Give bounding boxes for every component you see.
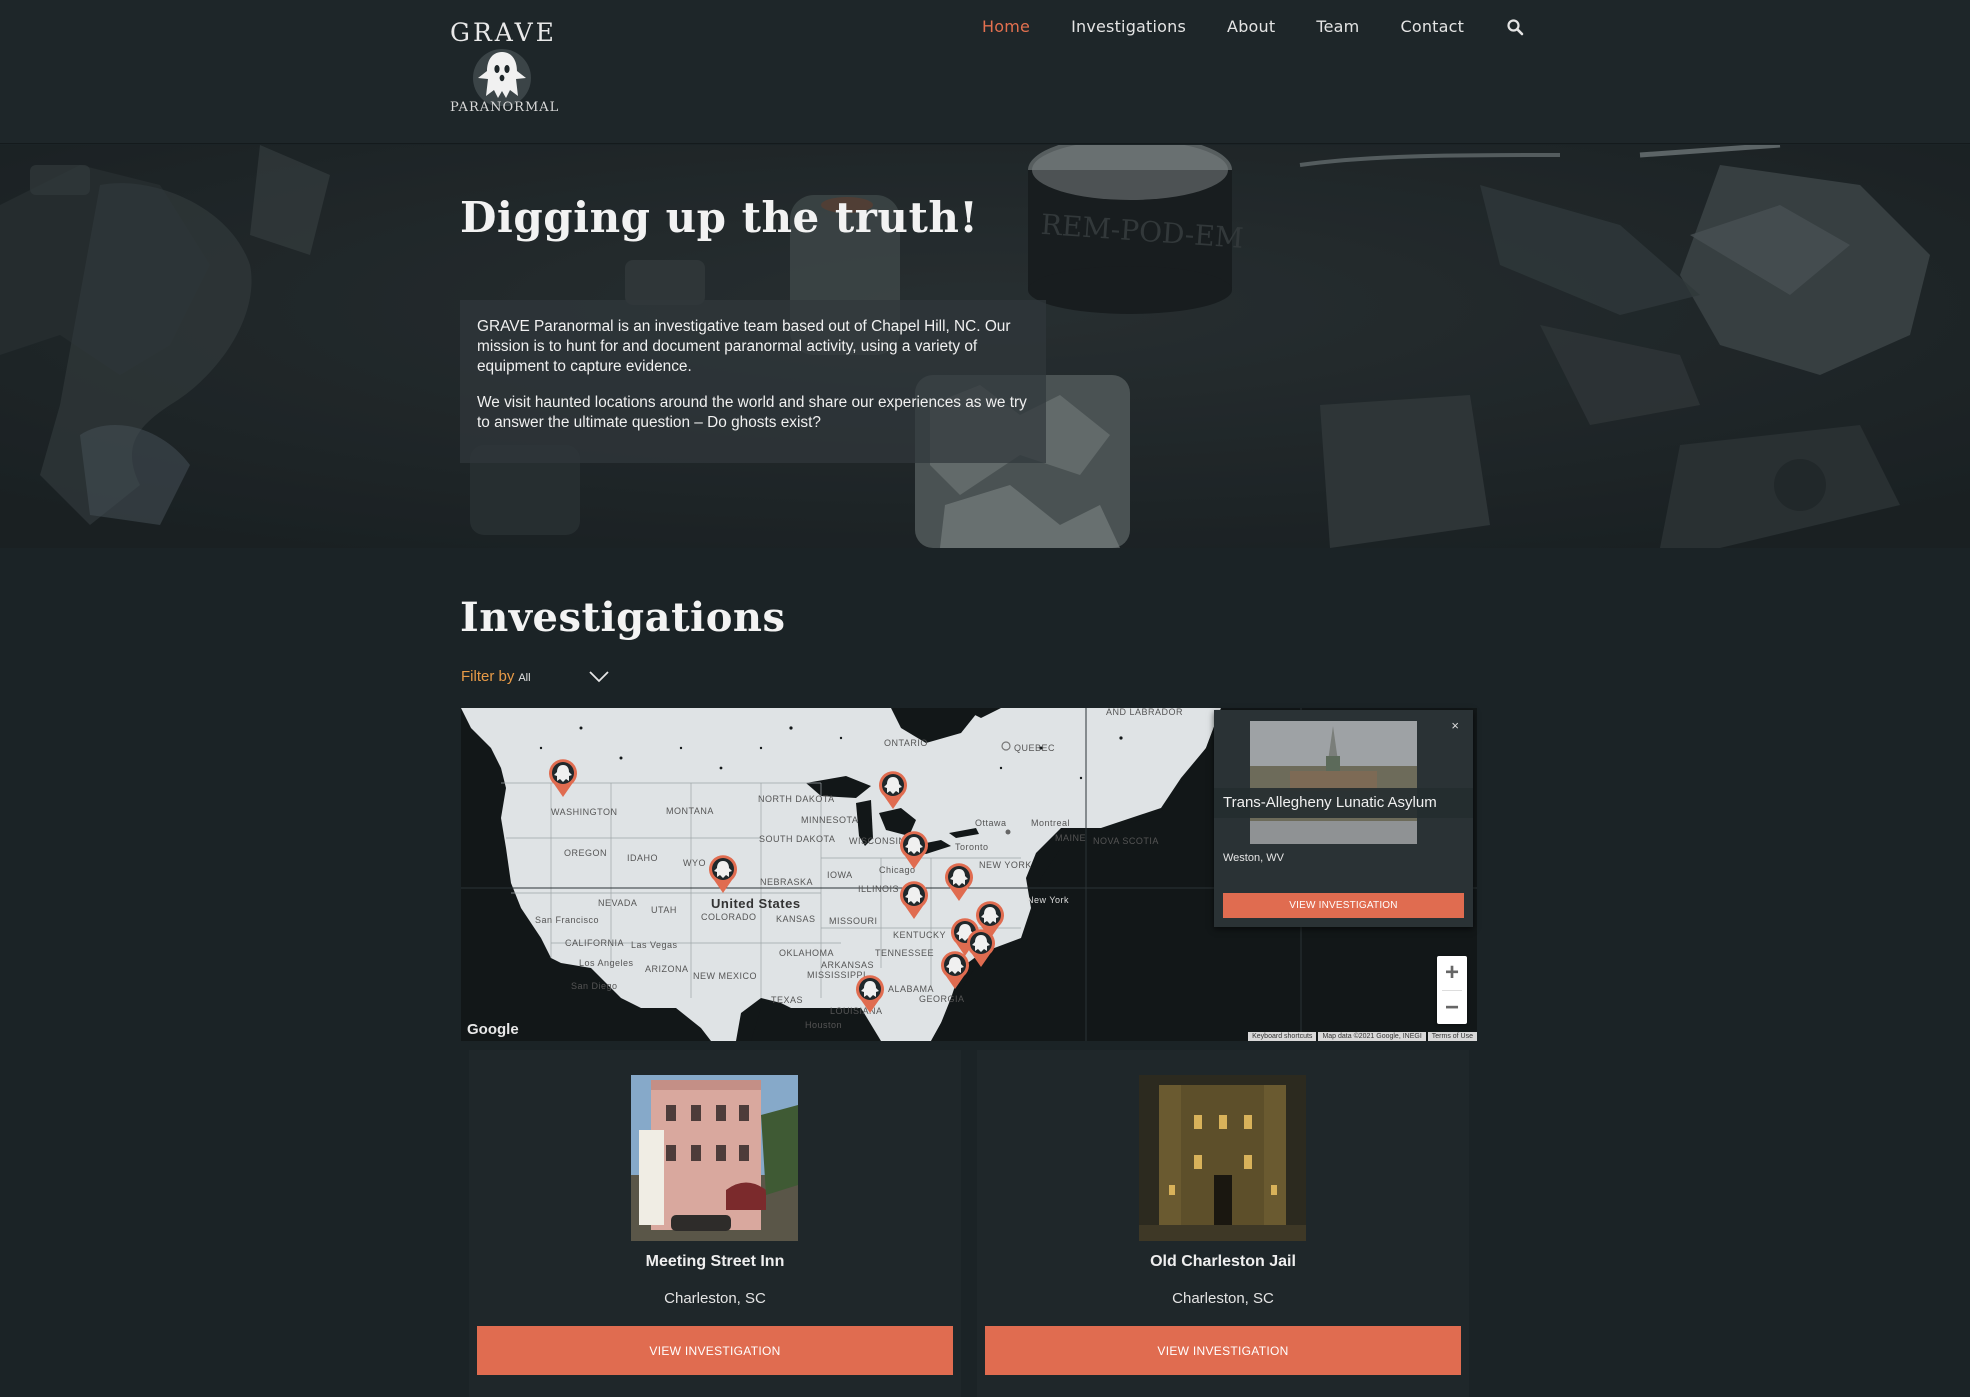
map-pin-ghost-icon[interactable] — [897, 828, 931, 870]
chevron-down-icon[interactable] — [588, 670, 610, 684]
popup-title: Trans-Allegheny Lunatic Asylum — [1223, 794, 1437, 811]
map-label-united-states: United States — [711, 896, 801, 911]
view-investigation-button[interactable]: VIEW INVESTIGATION — [477, 1326, 953, 1375]
map-label-new-mexico: NEW MEXICO — [693, 971, 758, 981]
map-label-utah: UTAH — [651, 905, 677, 915]
hero-title: Digging up the truth! — [460, 193, 979, 242]
card-title[interactable]: Meeting Street Inn — [469, 1253, 961, 1271]
map-label-iowa: IOWA — [827, 870, 853, 880]
card-title[interactable]: Old Charleston Jail — [977, 1253, 1469, 1271]
investigations-heading: Investigations — [460, 594, 786, 641]
map-label-maine: MAINE — [1055, 833, 1087, 843]
hero-paragraph-2: We visit haunted locations around the wo… — [477, 394, 1027, 431]
map-label-nova-scotia: NOVA SCOTIA — [1093, 836, 1159, 846]
site-header: GRAVE PARANORMAL Home Investigations Abo… — [0, 0, 1970, 144]
card-image-meeting-street-inn[interactable] — [631, 1075, 798, 1241]
map-label-montana: MONTANA — [666, 806, 714, 816]
map-label-nevada: NEVADA — [598, 898, 638, 908]
investigation-card: Meeting Street Inn Charleston, SC VIEW I… — [469, 1050, 961, 1397]
map-label-arkansas: ARKANSAS — [821, 960, 875, 970]
logo-subtitle: PARANORMAL — [450, 100, 560, 115]
keyboard-shortcuts-link[interactable]: Keyboard shortcuts — [1248, 1032, 1317, 1041]
card-image-old-charleston-jail[interactable] — [1139, 1075, 1306, 1241]
popup-view-investigation-button[interactable]: VIEW INVESTIGATION — [1223, 893, 1464, 918]
map-pin-ghost-icon[interactable] — [942, 860, 976, 902]
map-label-ottawa: Ottawa — [975, 818, 1007, 828]
map-label-washington: WASHINGTON — [551, 807, 618, 817]
map-label-missouri: MISSOURI — [829, 916, 878, 926]
card-location: Charleston, SC — [1172, 1290, 1274, 1307]
map-label-minnesota: MINNESOTA — [801, 815, 859, 825]
map-pin-ghost-icon[interactable] — [938, 948, 972, 990]
close-icon[interactable]: × — [1451, 718, 1459, 733]
map-label-oklahoma: OKLAHOMA — [779, 948, 835, 958]
zoom-control: + − — [1437, 956, 1467, 1024]
filter-selected-value[interactable]: All — [518, 672, 530, 684]
ghost-logo-icon — [473, 49, 531, 106]
map-label-oregon: OREGON — [564, 848, 608, 858]
map-data-attribution: Map data ©2021 Google, INEGI — [1318, 1032, 1426, 1041]
map-label-alabama: ALABAMA — [888, 984, 935, 994]
popup-location: Weston, WV — [1223, 852, 1284, 864]
map-info-popup: Trans-Allegheny Lunatic Asylum × Weston,… — [1214, 710, 1473, 927]
map-label-wyoming: WYO — [683, 858, 706, 868]
map-label-kansas: KANSAS — [776, 914, 816, 924]
map-pin-ghost-icon[interactable] — [876, 768, 910, 810]
map-label-san-diego: San Diego — [571, 981, 618, 991]
map-label-labrador: AND LABRADOR — [1106, 708, 1184, 717]
filter-label: Filter by — [461, 668, 515, 685]
site-logo[interactable]: GRAVE PARANORMAL — [450, 18, 560, 120]
investigation-card: Old Charleston Jail Charleston, SC VIEW … — [977, 1050, 1469, 1397]
map-label-toronto: Toronto — [955, 842, 989, 852]
map-label-arizona: ARIZONA — [645, 964, 689, 974]
map-label-ontario: ONTARIO — [884, 738, 928, 748]
map-label-georgia: GEORGIA — [919, 994, 965, 1004]
search-icon[interactable] — [1506, 18, 1524, 36]
map-pin-ghost-icon[interactable] — [706, 852, 740, 894]
map-label-san-francisco: San Francisco — [535, 915, 600, 925]
hero-banner: REM-POD-EM Digging up the truth! GRAVE P… — [0, 145, 1970, 548]
filter-dropdown[interactable]: Filter by All — [461, 668, 609, 685]
map-label-idaho: IDAHO — [627, 853, 659, 863]
main-nav: Home Investigations About Team Contact — [982, 17, 1524, 36]
map-label-las-vegas: Las Vegas — [631, 940, 678, 950]
map-label-new-york-city: New York — [1027, 895, 1070, 905]
view-investigation-button[interactable]: VIEW INVESTIGATION — [985, 1326, 1461, 1375]
map-label-new-york-state: NEW YORK — [979, 860, 1032, 870]
map-label-tennessee: TENNESSEE — [875, 948, 935, 958]
card-location: Charleston, SC — [664, 1290, 766, 1307]
map-label-kentucky: KENTUCKY — [893, 930, 947, 940]
map-pin-ghost-icon[interactable] — [853, 972, 887, 1014]
zoom-in-button[interactable]: + — [1437, 956, 1467, 990]
map-label-quebec: QUEBEC — [1014, 743, 1056, 753]
map-label-south-dakota: SOUTH DAKOTA — [759, 834, 836, 844]
hero-paragraph-1: GRAVE Paranormal is an investigative tea… — [477, 318, 1011, 375]
map-label-montreal: Montreal — [1031, 818, 1071, 828]
map-label-illinois: ILLINOIS — [858, 884, 900, 894]
map-pin-ghost-icon[interactable] — [546, 756, 580, 798]
google-logo: Google — [467, 1021, 519, 1038]
map-label-texas: TEXAS — [771, 995, 804, 1005]
map-label-los-angeles: Los Angeles — [579, 958, 634, 968]
popup-thumbnail — [1250, 721, 1417, 844]
nav-team[interactable]: Team — [1316, 17, 1359, 36]
nav-contact[interactable]: Contact — [1400, 17, 1464, 36]
hero-intro-box: GRAVE Paranormal is an investigative tea… — [460, 300, 1046, 463]
zoom-out-button[interactable]: − — [1437, 991, 1467, 1025]
nav-investigations[interactable]: Investigations — [1071, 17, 1186, 36]
map-label-houston: Houston — [805, 1020, 843, 1030]
map-pin-ghost-icon[interactable] — [897, 878, 931, 920]
map-label-california: CALIFORNIA — [565, 938, 625, 948]
nav-about[interactable]: About — [1227, 17, 1275, 36]
map-label-nebraska: NEBRASKA — [760, 877, 814, 887]
terms-of-use-link[interactable]: Terms of Use — [1427, 1032, 1477, 1041]
map-label-north-dakota: NORTH DAKOTA — [758, 794, 835, 804]
map-footer: Keyboard shortcuts Map data ©2021 Google… — [1246, 1032, 1477, 1041]
nav-home[interactable]: Home — [982, 17, 1030, 36]
map-label-colorado: COLORADO — [701, 912, 757, 922]
